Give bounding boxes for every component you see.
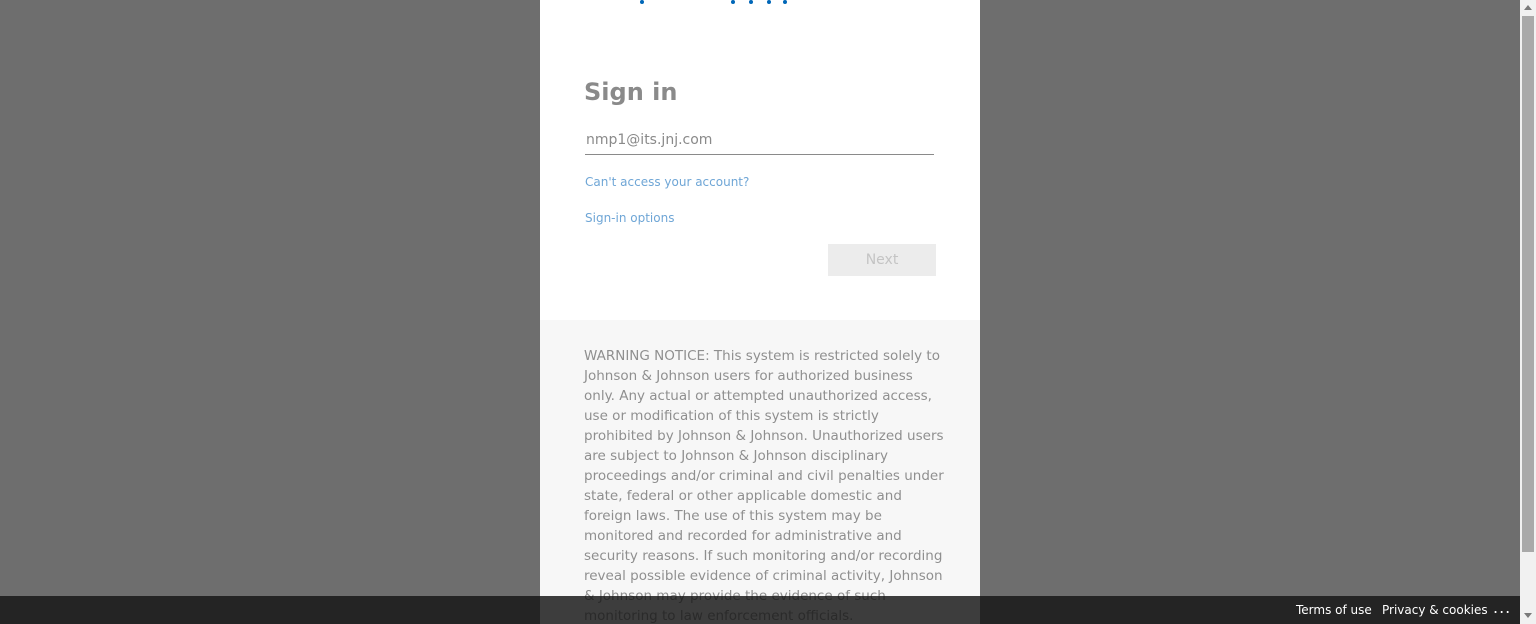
loading-dot [783, 0, 787, 4]
loading-dot [640, 0, 644, 4]
loading-dot [767, 0, 771, 4]
cant-access-account-link[interactable]: Can't access your account? [585, 175, 749, 189]
email-field[interactable] [585, 125, 934, 155]
next-button[interactable]: Next [828, 244, 936, 276]
signin-options-link[interactable]: Sign-in options [585, 211, 674, 225]
loading-dots-icon [640, 0, 800, 8]
warning-notice-text: WARNING NOTICE: This system is restricte… [584, 348, 944, 624]
scroll-up-icon[interactable] [1524, 5, 1532, 10]
footer-bar: Terms of use Privacy & cookies ... [0, 596, 1520, 624]
vertical-scrollbar[interactable] [1520, 0, 1536, 624]
privacy-cookies-link[interactable]: Privacy & cookies [1382, 603, 1488, 617]
loading-dot [731, 0, 735, 4]
warning-notice-panel: WARNING NOTICE: This system is restricte… [540, 320, 980, 624]
page-title: Sign in [584, 78, 678, 106]
signin-card: Sign in Can't access your account? Sign-… [540, 0, 980, 624]
scroll-down-icon[interactable] [1524, 613, 1532, 618]
scrollbar-thumb[interactable] [1522, 16, 1534, 552]
terms-of-use-link[interactable]: Terms of use [1296, 603, 1372, 617]
more-options-button[interactable]: ... [1493, 598, 1511, 617]
loading-dot [749, 0, 753, 4]
